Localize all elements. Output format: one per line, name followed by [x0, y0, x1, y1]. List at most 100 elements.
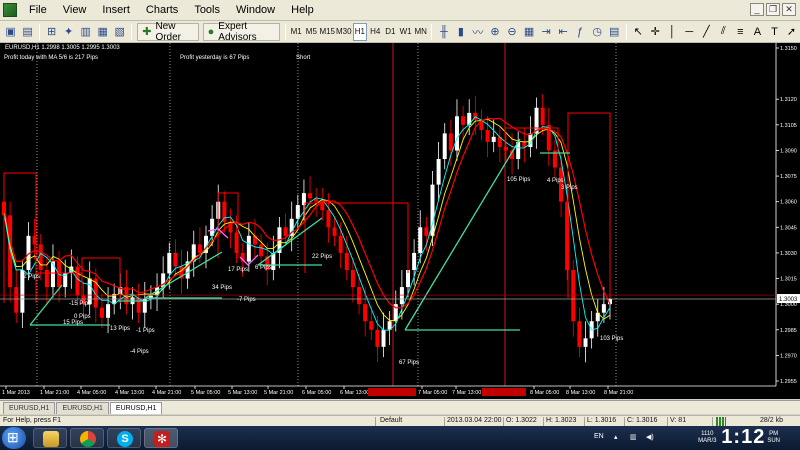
- tester-icon[interactable]: ▧: [112, 23, 127, 41]
- tab-eurusd-3[interactable]: EURUSD,H1: [109, 402, 163, 414]
- bear-candle: [424, 227, 429, 236]
- taskbar-chrome[interactable]: [70, 428, 104, 448]
- timeframe-m5[interactable]: M5: [304, 23, 318, 41]
- minimize-icon[interactable]: _: [750, 3, 764, 16]
- channel-icon[interactable]: ⫽: [716, 23, 731, 41]
- bear-candle: [326, 210, 331, 228]
- periods-icon[interactable]: ◷: [590, 23, 605, 41]
- bear-candle: [461, 116, 466, 125]
- restore-icon[interactable]: ❐: [766, 3, 780, 16]
- autoscroll-icon[interactable]: ⇥: [539, 23, 554, 41]
- clock-ampm: PM SUN: [767, 431, 780, 445]
- pip-label: 4 Pips: [547, 178, 564, 184]
- menu-bar: File View Insert Charts Tools Window Hel…: [0, 0, 800, 21]
- taskbar-explorer[interactable]: [33, 428, 67, 448]
- arrow-tool-icon[interactable]: ➚: [784, 23, 799, 41]
- clock-time: 1:12: [721, 426, 766, 448]
- tab-eurusd-1[interactable]: EURUSD,H1: [3, 402, 56, 414]
- taskbar-skype[interactable]: S: [107, 428, 141, 448]
- status-divider: [503, 417, 504, 426]
- close-icon[interactable]: ✕: [782, 3, 796, 16]
- pip-label: 17 Pips: [228, 267, 248, 273]
- cursor-icon[interactable]: ↖: [631, 23, 646, 41]
- bull-candle: [583, 338, 588, 347]
- status-bar: For Help, press F1 Default 2013.03.04 22…: [0, 415, 800, 426]
- text-tool-icon[interactable]: A: [750, 23, 765, 41]
- timeframe-h4[interactable]: H4: [368, 23, 382, 41]
- zoom-out-icon[interactable]: ⊖: [504, 23, 519, 41]
- price-tick-label: 1.3045: [780, 225, 797, 231]
- taskbar-metatrader[interactable]: ✻: [144, 428, 178, 448]
- menu-view[interactable]: View: [55, 4, 95, 16]
- new-chart-icon[interactable]: ▣: [3, 23, 18, 41]
- navigator-icon[interactable]: ▥: [78, 23, 93, 41]
- timeframe-m1[interactable]: M1: [289, 23, 303, 41]
- chart-area[interactable]: 1.3150 1.3120 1.3105 1.3090 1.3075 1.3060 1.30…: [0, 43, 800, 399]
- zoom-in-icon[interactable]: ⊕: [487, 23, 502, 41]
- time-tick-label: 8 Mar 21:00: [604, 390, 633, 396]
- price-tick-label: 1.3030: [780, 251, 797, 257]
- bar-chart-icon[interactable]: ╫: [436, 23, 451, 41]
- status-profile: Default: [380, 417, 403, 424]
- bear-candle: [332, 227, 337, 236]
- menu-window[interactable]: Window: [228, 4, 283, 16]
- tray-network-icon[interactable]: ▥: [630, 433, 637, 441]
- menu-charts[interactable]: Charts: [138, 4, 186, 16]
- pip-label: 15 Pips: [63, 320, 83, 326]
- crosshair-icon[interactable]: ✛: [648, 23, 663, 41]
- vertical-line-icon[interactable]: │: [665, 23, 680, 41]
- time-tick-label: 4 Mar 13:00: [115, 390, 144, 396]
- start-button[interactable]: [2, 427, 26, 449]
- toolbar-separator: [39, 23, 41, 40]
- new-order-button[interactable]: ✚ New Order: [137, 21, 199, 43]
- bear-candle: [448, 133, 453, 151]
- clock-date: 1110 MAR/3: [698, 430, 717, 444]
- tray-volume-icon[interactable]: ◀): [646, 433, 654, 441]
- language-indicator[interactable]: EN: [594, 433, 604, 440]
- tray-arrow-icon[interactable]: ▴: [614, 433, 618, 441]
- bear-candle: [75, 266, 80, 296]
- menu-tools[interactable]: Tools: [186, 4, 228, 16]
- bear-candle: [38, 244, 43, 270]
- menu-file[interactable]: File: [21, 4, 55, 16]
- timeframe-mn[interactable]: MN: [414, 23, 428, 41]
- timeframe-w1[interactable]: W1: [398, 23, 412, 41]
- horizontal-line-icon[interactable]: ─: [682, 23, 697, 41]
- indicators-icon[interactable]: ƒ: [573, 23, 588, 41]
- timeframe-m30[interactable]: M30: [336, 23, 352, 41]
- timeframe-h1[interactable]: H1: [352, 22, 368, 41]
- toolbar-separator: [625, 23, 627, 40]
- label-tool-icon[interactable]: T: [767, 23, 782, 41]
- taskbar-clock[interactable]: 1110 MAR/3 1:12 PM SUN: [693, 426, 782, 449]
- tile-windows-icon[interactable]: ▦: [522, 23, 537, 41]
- bull-candle: [418, 227, 423, 253]
- tab-eurusd-2[interactable]: EURUSD,H1: [56, 402, 109, 414]
- chart-shift-icon[interactable]: ⇤: [556, 23, 571, 41]
- price-chart[interactable]: 1.3150 1.3120 1.3105 1.3090 1.3075 1.3060 1.30…: [0, 43, 800, 399]
- pip-label: 103 Pips: [600, 336, 623, 342]
- menu-insert[interactable]: Insert: [94, 4, 138, 16]
- data-window-icon[interactable]: ✦: [61, 23, 76, 41]
- time-tick-label: 8 Mar 13:00: [566, 390, 595, 396]
- profiles-icon[interactable]: ▤: [20, 23, 35, 41]
- price-tick-label: 1.3075: [780, 174, 797, 180]
- skype-icon: S: [117, 431, 133, 447]
- timeframe-d1[interactable]: D1: [383, 23, 397, 41]
- bull-candle: [167, 252, 172, 274]
- terminal-icon[interactable]: ▦: [95, 23, 110, 41]
- status-low: L: 1.3016: [587, 417, 617, 424]
- fibonacci-icon[interactable]: ≡: [733, 23, 748, 41]
- candlestick-icon[interactable]: ▮: [453, 23, 468, 41]
- timeframe-m15[interactable]: M15: [319, 23, 335, 41]
- status-volume: V: 81: [670, 417, 687, 424]
- market-watch-icon[interactable]: ⊞: [44, 23, 59, 41]
- templates-icon[interactable]: ▤: [607, 23, 622, 41]
- expert-advisors-button[interactable]: ● Expert Advisors: [202, 21, 280, 43]
- line-chart-icon[interactable]: 〰: [470, 23, 485, 41]
- trendline-icon[interactable]: ╱: [699, 23, 714, 41]
- menu-help[interactable]: Help: [283, 4, 322, 16]
- time-marker: [368, 388, 416, 396]
- mt4-window: File View Insert Charts Tools Window Hel…: [0, 0, 800, 450]
- price-tick-label: 1.3120: [780, 97, 797, 103]
- pip-label: 6 Pips: [255, 265, 272, 271]
